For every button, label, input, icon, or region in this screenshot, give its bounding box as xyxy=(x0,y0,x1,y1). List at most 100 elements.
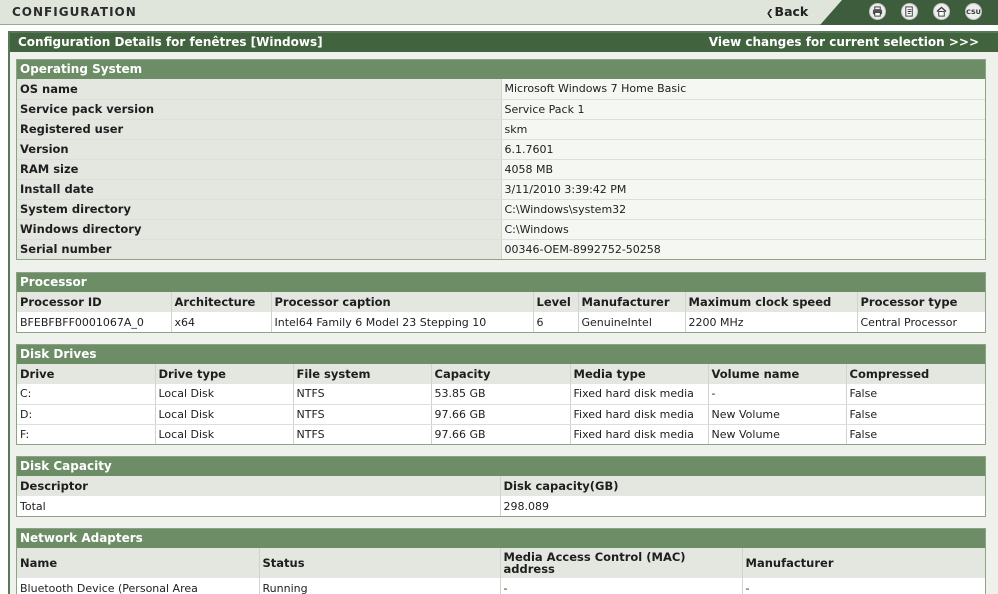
column-header: Processor caption xyxy=(271,292,534,312)
network-adapters-section: Network Adapters Name Status Media Access … xyxy=(16,528,986,594)
table-cell: Running xyxy=(259,578,501,594)
chevron-left-icon: ❮ xyxy=(766,9,774,19)
table-row: D: Local Disk NTFS 97.66 GB Fixed hard disk … xyxy=(17,404,985,425)
field-label: Install date xyxy=(17,179,502,200)
toolbar-tab: CSU xyxy=(820,0,998,25)
back-button[interactable]: ❮Back xyxy=(766,4,808,19)
table-cell: - xyxy=(708,384,847,405)
view-changes-link[interactable]: View changes for current selection >>> xyxy=(709,35,979,49)
table-row: Bluetooth Device (Personal Area Running - - xyxy=(17,578,985,594)
field-label: RAM size xyxy=(17,159,502,180)
table-cell: False xyxy=(846,424,985,444)
processor-table: Processor ID Architecture Processor captio… xyxy=(17,292,985,332)
header-row: Drive Drive type File system Capacity Media … xyxy=(17,364,985,384)
table-cell: Total xyxy=(17,496,501,516)
table-row: BFEBFBFF0001067A_0 x64 Intel64 Family 6 Mo… xyxy=(17,312,985,332)
table-cell: Fixed hard disk media xyxy=(570,404,709,425)
table-cell: 97.66 GB xyxy=(431,404,571,425)
configuration-panel: Configuration Details for fenêtres [Wind… xyxy=(8,31,998,594)
table-cell: F: xyxy=(17,424,156,444)
table-cell: 298.089 xyxy=(500,496,985,516)
table-cell: 97.66 GB xyxy=(431,424,571,444)
table-cell: Bluetooth Device (Personal Area xyxy=(17,578,260,594)
field-value: Service Pack 1 xyxy=(501,99,985,120)
table-cell: 6 xyxy=(533,312,579,332)
field-label: Service pack version xyxy=(17,99,502,120)
field-label: OS name xyxy=(17,79,502,100)
table-row: Total 298.089 xyxy=(17,496,985,516)
home-icon[interactable] xyxy=(933,3,950,20)
table-row: Install date 3/11/2010 3:39:42 PM xyxy=(17,179,985,200)
header-row: Descriptor Disk capacity(GB) xyxy=(17,476,985,496)
field-value: skm xyxy=(501,119,985,140)
field-value: 4058 MB xyxy=(501,159,985,180)
disk-capacity-section: Disk Capacity Descriptor Disk capacity(GB… xyxy=(16,456,986,517)
header-row: Processor ID Architecture Processor captio… xyxy=(17,292,985,312)
csu-icon[interactable]: CSU xyxy=(965,3,982,20)
table-cell: False xyxy=(846,384,985,405)
table-row: Service pack version Service Pack 1 xyxy=(17,99,985,120)
header-row: Name Status Media Access Control (MAC) add… xyxy=(17,548,985,578)
field-label: Windows directory xyxy=(17,219,502,240)
table-row: Registered user skm xyxy=(17,119,985,140)
disk-capacity-table: Descriptor Disk capacity(GB) Total 298.089 xyxy=(17,476,985,516)
table-cell: - xyxy=(742,578,985,594)
column-header: Disk capacity(GB) xyxy=(500,476,985,496)
table-cell: Central Processor xyxy=(857,312,985,332)
app-title: CONFIGURATION xyxy=(12,5,137,19)
column-header: Drive type xyxy=(155,364,294,384)
disk-drives-section: Disk Drives Drive Drive type File system Ca… xyxy=(16,344,986,445)
table-cell: 53.85 GB xyxy=(431,384,571,405)
table-cell: BFEBFBFF0001067A_0 xyxy=(17,312,172,332)
column-header: Capacity xyxy=(431,364,571,384)
column-header: Level xyxy=(533,292,579,312)
table-cell: NTFS xyxy=(293,384,432,405)
column-header: Manufacturer xyxy=(578,292,686,312)
export-icon[interactable] xyxy=(901,3,918,20)
table-cell: x64 xyxy=(171,312,272,332)
table-cell: Local Disk xyxy=(155,404,294,425)
table-row: OS name Microsoft Windows 7 Home Basic xyxy=(17,79,985,100)
table-cell: New Volume xyxy=(708,424,847,444)
table-cell: 2200 MHz xyxy=(685,312,858,332)
table-cell: Fixed hard disk media xyxy=(570,384,709,405)
field-value: C:\Windows xyxy=(501,219,985,240)
table-cell: New Volume xyxy=(708,404,847,425)
column-header: Volume name xyxy=(708,364,847,384)
table-cell: Local Disk xyxy=(155,384,294,405)
table-row: Version 6.1.7601 xyxy=(17,139,985,160)
table-cell: NTFS xyxy=(293,404,432,425)
field-value: C:\Windows\system32 xyxy=(501,199,985,220)
field-value: Microsoft Windows 7 Home Basic xyxy=(501,79,985,100)
disk-capacity-section-title: Disk Capacity xyxy=(17,457,985,476)
disk-drives-table: Drive Drive type File system Capacity Media … xyxy=(17,364,985,444)
field-value: 3/11/2010 3:39:42 PM xyxy=(501,179,985,200)
table-row: RAM size 4058 MB xyxy=(17,159,985,180)
processor-section: Processor Processor ID Architecture Proces… xyxy=(16,272,986,333)
table-cell: C: xyxy=(17,384,156,405)
column-header: Descriptor xyxy=(17,476,501,496)
processor-section-title: Processor xyxy=(17,273,985,292)
column-header: Maximum clock speed xyxy=(685,292,858,312)
table-cell: False xyxy=(846,404,985,425)
field-value: 00346-OEM-8992752-50258 xyxy=(501,239,985,259)
field-label: System directory xyxy=(17,199,502,220)
disk-drives-section-title: Disk Drives xyxy=(17,345,985,364)
table-row: System directory C:\Windows\system32 xyxy=(17,199,985,220)
column-header: Media Access Control (MAC) address xyxy=(500,548,743,578)
field-value: 6.1.7601 xyxy=(501,139,985,160)
table-cell: NTFS xyxy=(293,424,432,444)
column-header: Drive xyxy=(17,364,156,384)
network-adapters-table: Name Status Media Access Control (MAC) add… xyxy=(17,548,985,594)
print-icon[interactable] xyxy=(869,3,886,20)
field-label: Serial number xyxy=(17,239,502,259)
os-table: OS name Microsoft Windows 7 Home Basic Ser… xyxy=(17,79,985,259)
column-header: Media type xyxy=(570,364,709,384)
network-adapters-section-title: Network Adapters xyxy=(17,529,985,548)
column-header: Manufacturer xyxy=(742,548,985,578)
field-label: Version xyxy=(17,139,502,160)
panel-title: Configuration Details for fenêtres [Wind… xyxy=(18,35,323,49)
table-cell: - xyxy=(500,578,743,594)
table-cell: Fixed hard disk media xyxy=(570,424,709,444)
column-header: Compressed xyxy=(846,364,985,384)
